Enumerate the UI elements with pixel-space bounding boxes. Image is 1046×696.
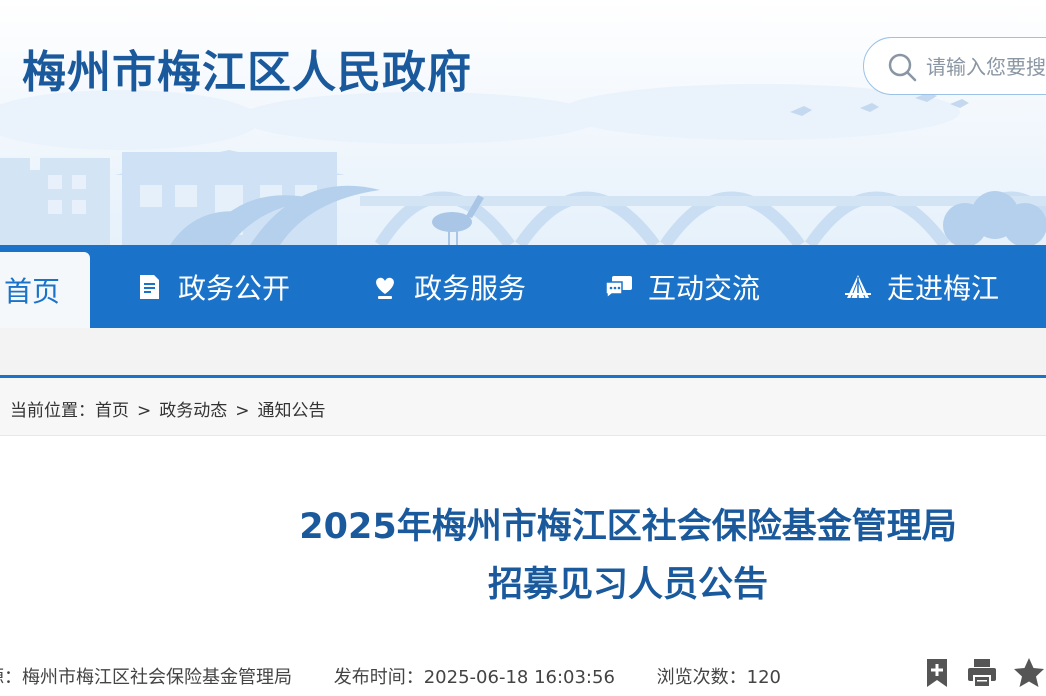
nav-item-home[interactable]: 首页	[0, 252, 90, 328]
article-source: 来源：梅州市梅江区社会保险基金管理局	[0, 667, 292, 688]
article-meta: 来源：梅州市梅江区社会保险基金管理局 发布时间：2025-06-18 16:03…	[0, 663, 817, 689]
breadcrumb-notices[interactable]: 通知公告	[258, 401, 326, 421]
publish-value: 2025-06-18 16:03:56	[423, 667, 615, 688]
nav-item-label: 走进梅江	[887, 271, 1000, 305]
nav-item-interaction[interactable]: 互动交流	[604, 245, 760, 328]
nav-item-label: 首页	[3, 275, 60, 308]
nav-item-label: 政务公开	[178, 271, 291, 305]
nav-item-label: 互动交流	[648, 271, 761, 305]
bookmark-icon[interactable]	[920, 656, 954, 690]
breadcrumb-separator: >	[235, 401, 250, 421]
breadcrumb-bar: 当前位置：首页 > 政务动态 > 通知公告	[0, 375, 1046, 436]
heart-hand-icon	[370, 272, 400, 302]
breadcrumb-prefix: 当前位置：	[10, 401, 95, 421]
search-icon[interactable]	[886, 51, 918, 83]
bridge-icon	[843, 272, 873, 302]
site-header: 梅州市梅江区人民政府	[0, 0, 1046, 245]
views-label: 浏览次数：	[656, 667, 747, 688]
publish-label: 发布时间：	[333, 667, 424, 688]
chat-icon	[604, 272, 634, 302]
site-title[interactable]: 梅州市梅江区人民政府	[22, 36, 472, 100]
breadcrumb-separator: >	[137, 401, 152, 421]
main-nav: 首页 政务公开 政务服务 互动交流 走进梅江	[0, 245, 1046, 328]
article-title-line2: 招募见习人员公告	[487, 565, 768, 605]
breadcrumb: 当前位置：首页 > 政务动态 > 通知公告	[10, 396, 326, 421]
source-label: 来源：	[0, 667, 22, 688]
favorite-star-icon[interactable]	[1012, 656, 1046, 690]
print-icon[interactable]	[965, 656, 999, 690]
article-publish-time: 发布时间：2025-06-18 16:03:56	[334, 667, 615, 688]
article-title-line1: 2025年梅州市梅江区社会保险基金管理局	[299, 507, 957, 547]
source-value: 梅州市梅江区社会保险基金管理局	[22, 667, 292, 688]
article-title: 2025年梅州市梅江区社会保险基金管理局 招募见习人员公告	[200, 498, 1046, 614]
nav-item-about-meijiang[interactable]: 走进梅江	[843, 245, 999, 328]
breadcrumb-home[interactable]: 首页	[95, 401, 129, 421]
nav-item-government-affairs[interactable]: 政务公开	[134, 245, 290, 328]
views-value: 120	[746, 667, 781, 688]
nav-item-label: 政务服务	[414, 271, 527, 305]
breadcrumb-news[interactable]: 政务动态	[159, 401, 227, 421]
search-box[interactable]	[863, 37, 1046, 95]
nav-item-government-services[interactable]: 政务服务	[370, 245, 526, 328]
article-views: 浏览次数：120	[657, 667, 781, 688]
article-tools	[920, 656, 1046, 692]
search-input[interactable]	[926, 51, 1046, 83]
nav-bottom-strip	[0, 328, 1046, 375]
document-icon	[134, 272, 164, 302]
